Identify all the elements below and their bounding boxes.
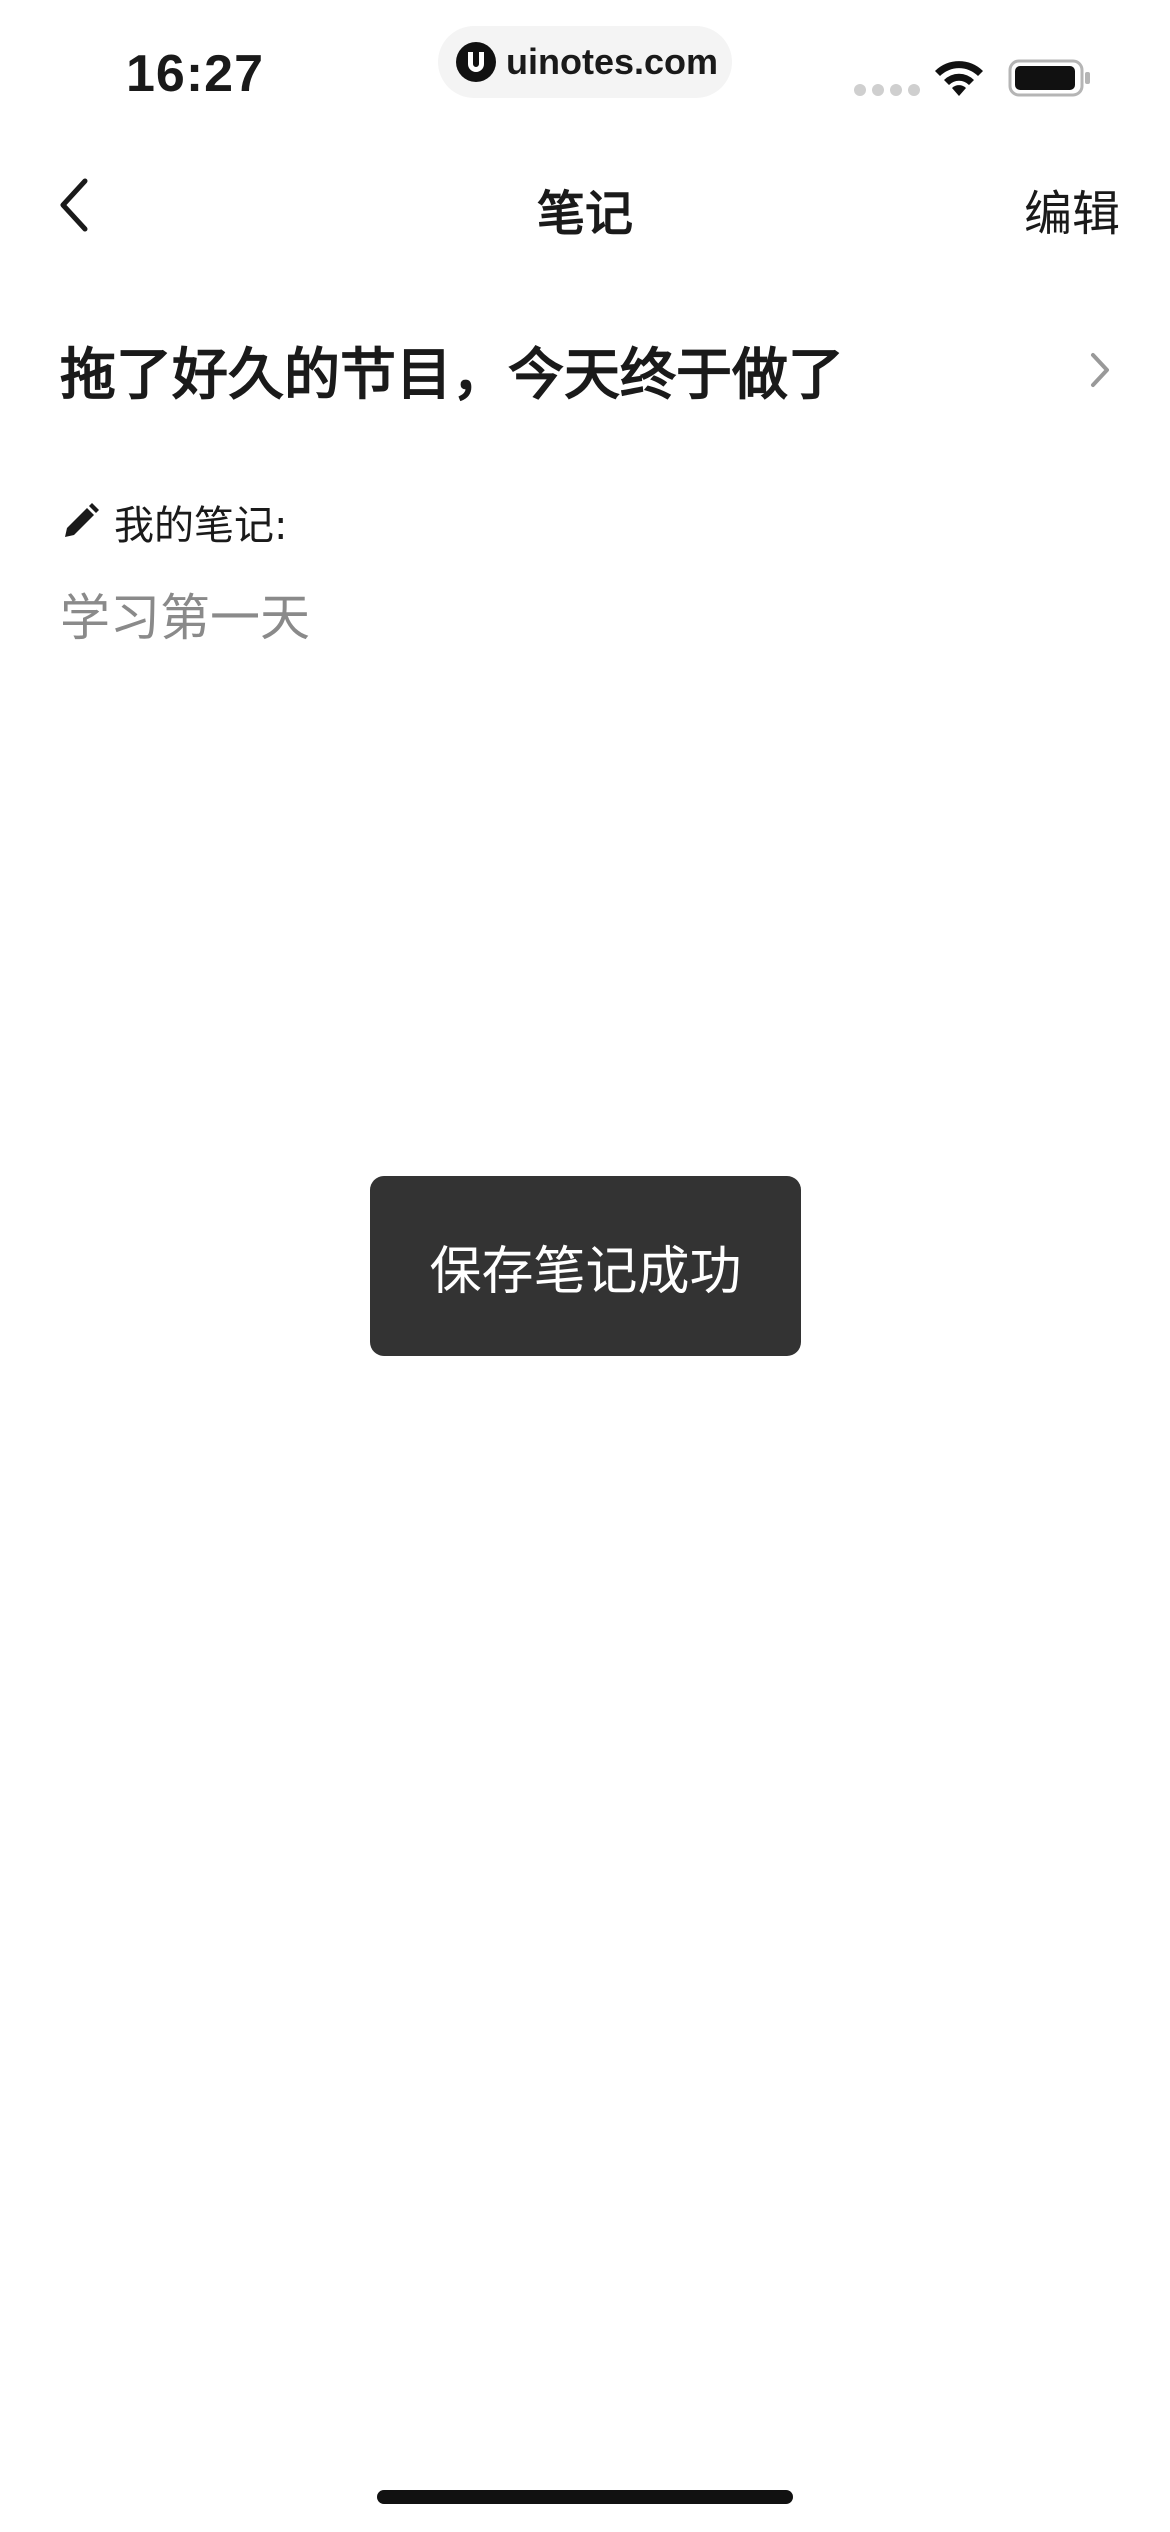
chevron-right-icon — [1080, 350, 1120, 390]
note-label-row: 我的笔记: — [60, 494, 287, 550]
toast-message: 保存笔记成功 — [429, 1241, 742, 1302]
page-title: 笔记 — [536, 186, 633, 242]
home-indicator[interactable] — [377, 2490, 793, 2504]
site-logo-icon — [456, 42, 496, 82]
note-label: 我的笔记: — [114, 503, 288, 549]
pencil-icon — [65, 503, 99, 537]
wifi-icon — [935, 61, 983, 96]
edit-button[interactable]: 编辑 — [1024, 174, 1120, 244]
status-time: 16:27 — [126, 45, 264, 103]
url-text: uinotes.com — [506, 41, 719, 82]
note-content: 学习第一天 — [60, 589, 310, 647]
toast: 保存笔记成功 — [370, 1176, 801, 1356]
battery-icon — [1008, 59, 1090, 97]
url-pill[interactable]: uinotes.com — [438, 26, 732, 98]
program-title: 拖了好久的节目，今天终于做了 — [60, 342, 844, 408]
program-link[interactable]: 拖了好久的节目，今天终于做了 — [60, 320, 1120, 420]
nav-bar: 笔记 编辑 — [0, 150, 1170, 260]
signal-icon — [854, 84, 920, 96]
status-bar: 16:27 uinotes.com — [0, 0, 1170, 140]
